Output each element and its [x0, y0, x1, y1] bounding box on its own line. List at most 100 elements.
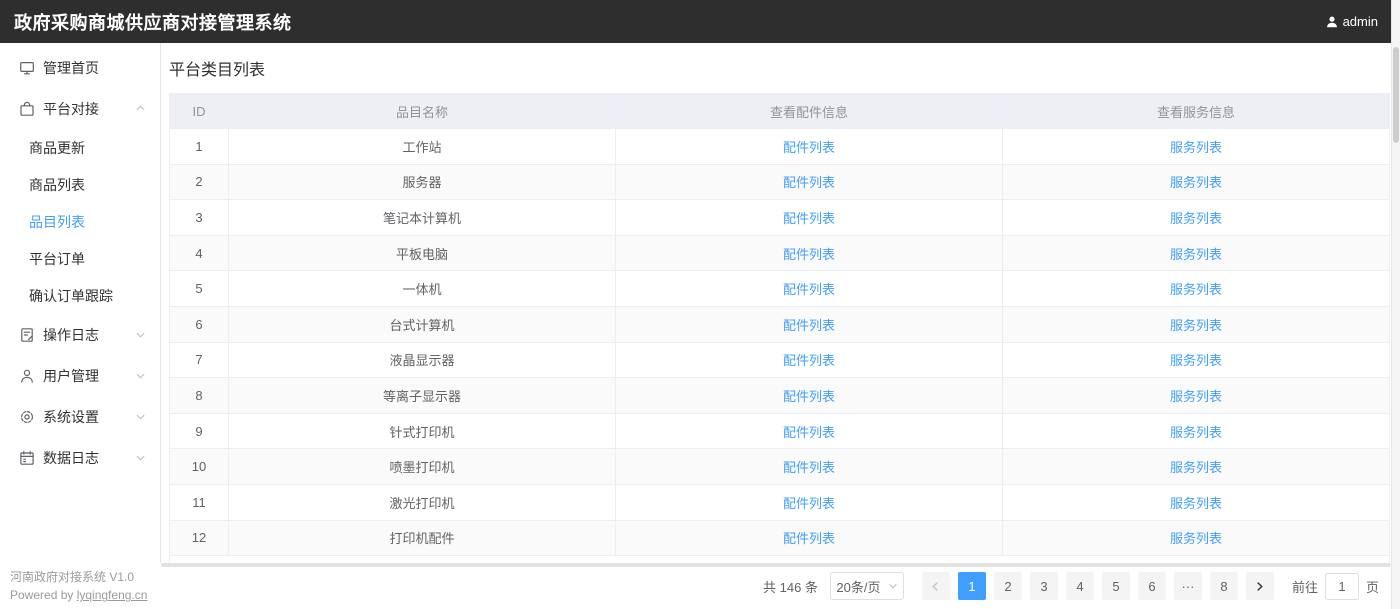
service-list-link[interactable]: 服务列表 — [1170, 460, 1222, 475]
col-header-name: 品目名称 — [229, 94, 616, 129]
sidebar: 管理首页平台对接商品更新商品列表品目列表平台订单确认订单跟踪操作日志用户管理系统… — [0, 43, 161, 563]
cell-id: 3 — [170, 200, 229, 236]
service-list-link[interactable]: 服务列表 — [1170, 140, 1222, 155]
footer-powered: Powered by lyqingfeng.cn — [10, 586, 147, 605]
vertical-scrollbar-thumb[interactable] — [1393, 47, 1399, 143]
sidebar-item-platform-orders[interactable]: 平台订单 — [0, 240, 160, 277]
page-button-8[interactable]: 8 — [1210, 572, 1238, 600]
accessory-list-link[interactable]: 配件列表 — [783, 353, 835, 368]
cell-accessory: 配件列表 — [616, 164, 1003, 200]
service-list-link[interactable]: 服务列表 — [1170, 247, 1222, 262]
page-size-select[interactable]: 20条/页 — [830, 572, 904, 600]
total-count: 共 146 条 — [763, 577, 818, 596]
cell-id: 4 — [170, 235, 229, 271]
sidebar-item-platform[interactable]: 平台对接 — [0, 88, 160, 129]
horizontal-scrollbar[interactable] — [161, 563, 1391, 567]
service-list-link[interactable]: 服务列表 — [1170, 389, 1222, 404]
cell-service: 服务列表 — [1003, 235, 1390, 271]
chevron-down-icon — [135, 452, 146, 463]
cell-service: 服务列表 — [1003, 449, 1390, 485]
cell-name: 激光打印机 — [229, 484, 616, 520]
cell-id: 2 — [170, 164, 229, 200]
cell-service: 服务列表 — [1003, 164, 1390, 200]
accessory-list-link[interactable]: 配件列表 — [783, 389, 835, 404]
pager: 123456 ··· 8 — [922, 572, 1274, 600]
page-button-6[interactable]: 6 — [1138, 572, 1166, 600]
sidebar-item-product-update[interactable]: 商品更新 — [0, 129, 160, 166]
gear-icon — [19, 409, 35, 425]
cell-service: 服务列表 — [1003, 484, 1390, 520]
service-list-link[interactable]: 服务列表 — [1170, 211, 1222, 226]
table-row: 9针式打印机配件列表服务列表 — [170, 413, 1390, 449]
service-list-link[interactable]: 服务列表 — [1170, 353, 1222, 368]
sidebar-item-product-list[interactable]: 商品列表 — [0, 166, 160, 203]
goto-page: 前往 页 — [1292, 573, 1379, 600]
cell-id: 10 — [170, 449, 229, 485]
pagination: 共 146 条 20条/页 123456 ··· 8 前往 页 — [763, 572, 1379, 600]
table-row: 1工作站配件列表服务列表 — [170, 129, 1390, 165]
cell-name: 液晶显示器 — [229, 342, 616, 378]
page-button-1[interactable]: 1 — [958, 572, 986, 600]
cell-name: 服务器 — [229, 164, 616, 200]
main-content: 平台类目列表 ID 品目名称 查看配件信息 查看服务信息 1工作站配件列表服务列… — [161, 43, 1400, 563]
briefcase-icon — [19, 101, 35, 117]
chevron-down-icon — [135, 370, 146, 381]
cell-accessory: 配件列表 — [616, 200, 1003, 236]
user-icon — [19, 368, 35, 384]
accessory-list-link[interactable]: 配件列表 — [783, 282, 835, 297]
table-row: 2服务器 配件列表 服务列表 — [170, 164, 1390, 200]
cell-id: 7 — [170, 342, 229, 378]
accessory-list-link[interactable]: 配件列表 — [783, 211, 835, 226]
accessory-list-link[interactable]: 配件列表 — [783, 460, 835, 475]
sidebar-item-data-log[interactable]: 数据日志 — [0, 437, 160, 478]
accessory-list-link[interactable]: 配件列表 — [783, 140, 835, 155]
sidebar-item-operation-log[interactable]: 操作日志 — [0, 314, 160, 355]
col-header-service: 查看服务信息 — [1003, 94, 1390, 129]
goto-page-input[interactable] — [1325, 573, 1359, 600]
prev-page-button[interactable] — [922, 572, 950, 600]
service-list-link[interactable]: 服务列表 — [1170, 425, 1222, 440]
user-name: admin — [1343, 14, 1378, 29]
sidebar-item-category-list[interactable]: 品目列表 — [0, 203, 160, 240]
service-list-link[interactable]: 服务列表 — [1170, 282, 1222, 297]
user-menu[interactable]: admin — [1325, 14, 1378, 29]
accessory-list-link[interactable]: 配件列表 — [783, 247, 835, 262]
bottom-bar: 共 146 条 20条/页 123456 ··· 8 前往 页 — [161, 563, 1391, 609]
cell-accessory: 配件列表 — [616, 449, 1003, 485]
service-list-link[interactable]: 服务列表 — [1170, 531, 1222, 546]
service-list-link[interactable]: 服务列表 — [1170, 318, 1222, 333]
table-header-row: ID 品目名称 查看配件信息 查看服务信息 — [170, 94, 1390, 129]
page-button-2[interactable]: 2 — [994, 572, 1022, 600]
table-row: 8等离子显示器配件列表服务列表 — [170, 378, 1390, 414]
accessory-list-link[interactable]: 配件列表 — [783, 318, 835, 333]
footer-link[interactable]: lyqingfeng.cn — [77, 588, 148, 602]
sidebar-item-system-settings[interactable]: 系统设置 — [0, 396, 160, 437]
page-button-5[interactable]: 5 — [1102, 572, 1130, 600]
page-title: 平台类目列表 — [169, 43, 1390, 93]
cell-accessory: 配件列表 — [616, 306, 1003, 342]
cell-accessory: 配件列表 — [616, 413, 1003, 449]
monitor-icon — [19, 60, 35, 76]
sidebar-item-home[interactable]: 管理首页 — [0, 47, 160, 88]
page-button-3[interactable]: 3 — [1030, 572, 1058, 600]
accessory-list-link[interactable]: 配件列表 — [783, 531, 835, 546]
service-list-link[interactable]: 服务列表 — [1170, 496, 1222, 511]
accessory-list-link[interactable]: 配件列表 — [783, 175, 835, 190]
cell-service: 服务列表 — [1003, 342, 1390, 378]
page-button-4[interactable]: 4 — [1066, 572, 1094, 600]
next-page-button[interactable] — [1246, 572, 1274, 600]
sidebar-item-user-management[interactable]: 用户管理 — [0, 355, 160, 396]
cell-accessory: 配件列表 — [616, 129, 1003, 165]
accessory-list-link[interactable]: 配件列表 — [783, 496, 835, 511]
table-row: 7液晶显示器 配件列表 服务列表 — [170, 342, 1390, 378]
service-list-link[interactable]: 服务列表 — [1170, 175, 1222, 190]
cell-accessory: 配件列表 — [616, 235, 1003, 271]
accessory-list-link[interactable]: 配件列表 — [783, 425, 835, 440]
sidebar-item-order-tracking[interactable]: 确认订单跟踪 — [0, 277, 160, 314]
document-icon — [19, 327, 35, 343]
vertical-scrollbar-track[interactable] — [1391, 0, 1400, 609]
cell-id: 12 — [170, 520, 229, 556]
sidebar-item-label: 平台对接 — [43, 99, 99, 119]
pager-more-button[interactable]: ··· — [1174, 572, 1202, 600]
chevron-down-icon — [135, 411, 146, 422]
